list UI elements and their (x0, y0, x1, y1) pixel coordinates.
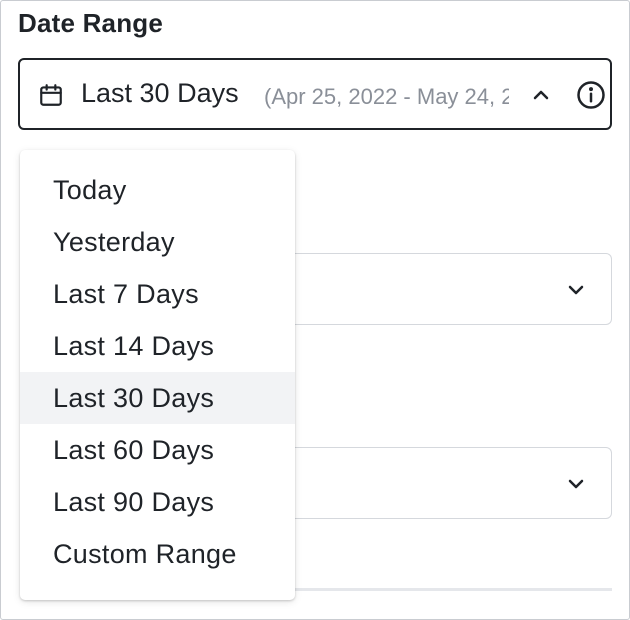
info-icon[interactable] (576, 80, 606, 110)
background-select-2[interactable] (290, 447, 612, 519)
menu-item-yesterday[interactable]: Yesterday (20, 216, 295, 268)
date-range-title: Date Range (18, 8, 164, 38)
menu-item-last-30-days[interactable]: Last 30 Days (20, 372, 295, 424)
chevron-up-icon[interactable] (529, 83, 553, 107)
menu-item-last-14-days[interactable]: Last 14 Days (20, 320, 295, 372)
divider (290, 588, 612, 591)
date-range-select[interactable]: Last 30 Days (Apr 25, 2022 - May 24, 202… (18, 58, 612, 130)
chevron-down-icon (568, 479, 584, 489)
menu-item-last-60-days[interactable]: Last 60 Days (20, 424, 295, 476)
calendar-icon (40, 84, 62, 106)
selected-range-dates: (Apr 25, 2022 - May 24, 2022) (264, 84, 509, 109)
menu-item-today[interactable]: Today (20, 164, 295, 216)
chevron-down-icon (568, 285, 584, 295)
menu-item-last-90-days[interactable]: Last 90 Days (20, 476, 295, 528)
menu-item-last-7-days[interactable]: Last 7 Days (20, 268, 295, 320)
selected-range-label: Last 30 Days (81, 78, 239, 108)
menu-item-custom-range[interactable]: Custom Range (20, 528, 295, 580)
date-range-dropdown-menu: Today Yesterday Last 7 Days Last 14 Days… (20, 150, 295, 600)
background-select-1[interactable] (290, 253, 612, 325)
